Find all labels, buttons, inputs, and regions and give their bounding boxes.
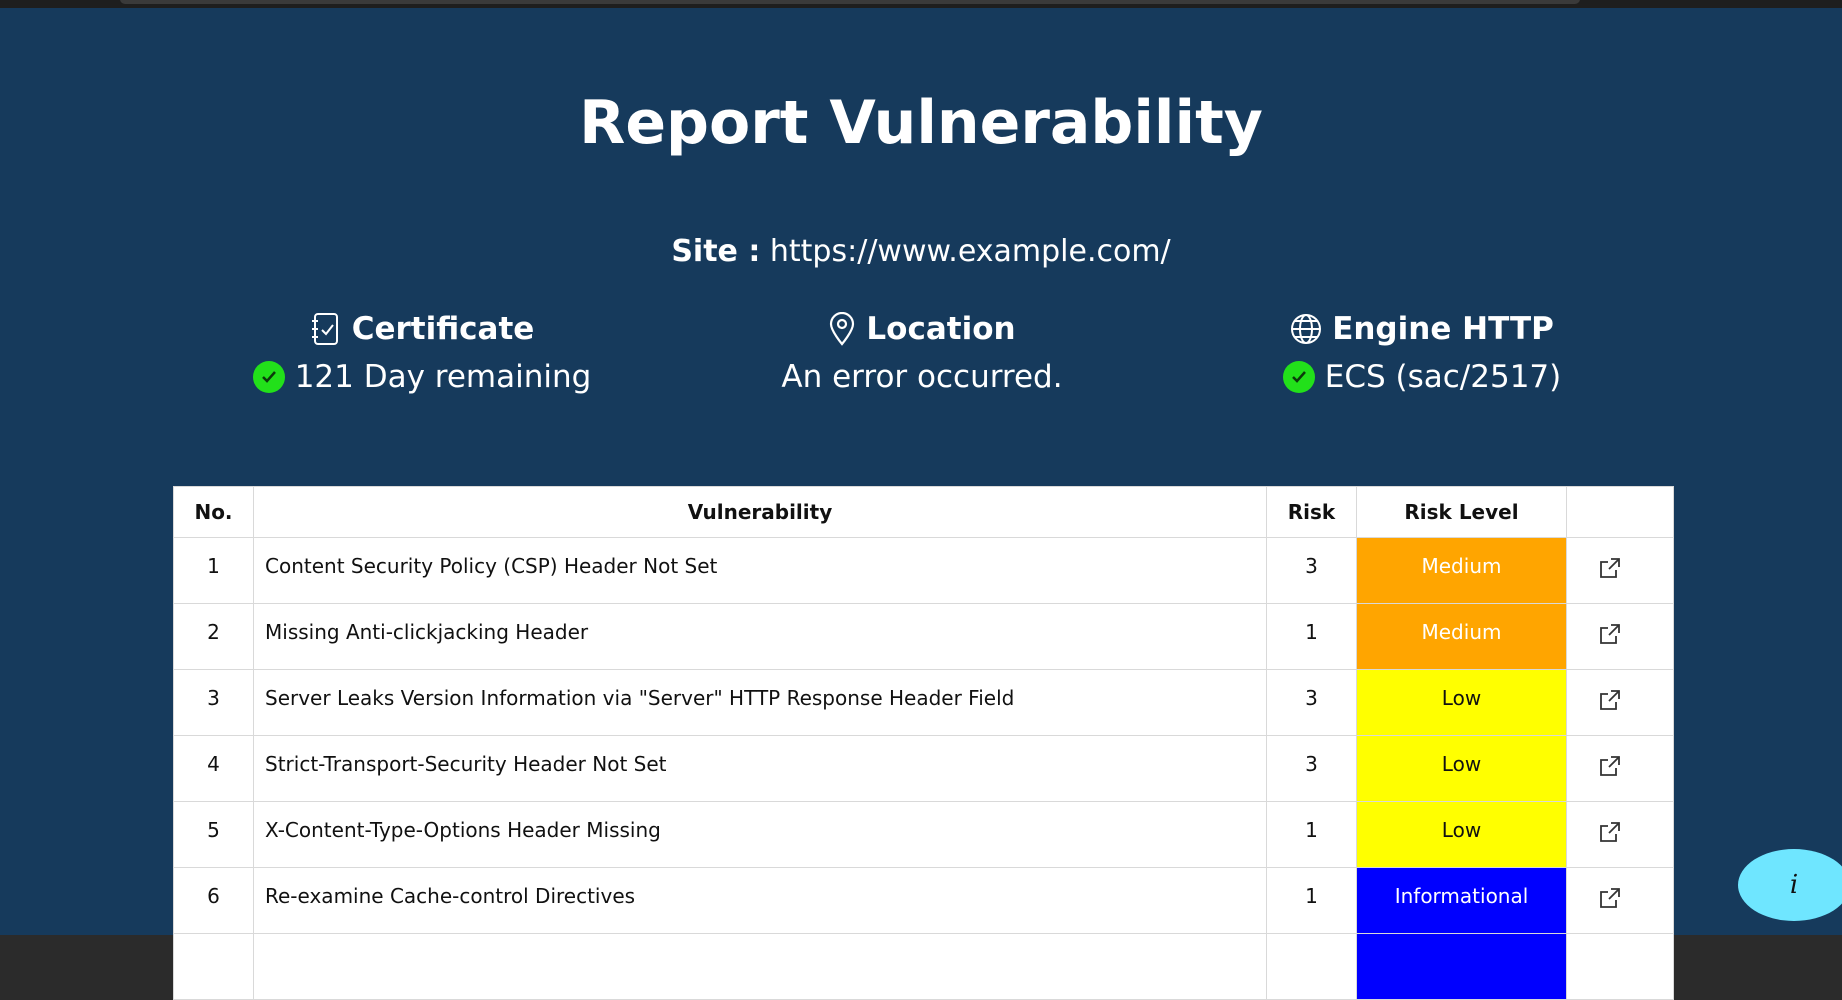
certificate-block: Certificate 121 Day remaining [212,308,632,398]
vulnerability-table: No. Vulnerability Risk Risk Level 1 Cont… [173,486,1674,1000]
certificate-label: Certificate [351,311,535,347]
risk-score: 1 [1266,801,1357,868]
tab-strip [120,0,1580,4]
table-row: 3 Server Leaks Version Information via "… [173,669,1674,736]
engine-label: Engine HTTP [1332,311,1554,347]
external-link-icon[interactable] [1598,688,1622,717]
globe-icon [1290,313,1322,345]
row-number: 4 [173,735,254,802]
risk-score: 1 [1266,867,1357,934]
check-circle-icon [252,361,285,393]
location-block: Location An error occurred. [712,308,1132,398]
row-number: 5 [173,801,254,868]
column-header-risk-level: Risk Level [1356,486,1567,538]
column-header-risk: Risk [1266,486,1357,538]
open-details-link[interactable] [1566,867,1674,934]
certificate-value: 121 Day remaining [294,359,592,395]
risk-level-badge: Low [1356,735,1567,802]
info-button[interactable]: i [1738,849,1842,921]
risk-level-badge [1356,933,1567,1000]
risk-level-badge: Informational [1356,867,1567,934]
external-link-icon[interactable] [1598,754,1622,783]
check-circle-icon [1282,361,1315,393]
external-link-icon[interactable] [1598,622,1622,651]
vulnerability-name: Server Leaks Version Information via "Se… [253,669,1267,736]
column-header-no: No. [173,486,254,538]
page-title: Report Vulnerability [579,88,1263,158]
vulnerability-name: Re-examine Cache-control Directives [253,867,1267,934]
map-pin-icon [828,312,856,346]
row-number: 3 [173,669,254,736]
risk-level-badge: Medium [1356,537,1567,604]
risk-score: 3 [1266,735,1357,802]
risk-score: 3 [1266,537,1357,604]
table-row: 2 Missing Anti-clickjacking Header 1 Med… [173,603,1674,670]
table-row [173,933,1674,1000]
report-page: Report Vulnerability Site : https://www.… [0,8,1842,1000]
table-row: 6 Re-examine Cache-control Directives 1 … [173,867,1674,934]
site-line: Site : https://www.example.com/ [0,234,1842,269]
risk-level-badge: Low [1356,669,1567,736]
vulnerability-name: X-Content-Type-Options Header Missing [253,801,1267,868]
row-number: 6 [173,867,254,934]
location-label: Location [866,311,1016,347]
site-url: https://www.example.com/ [769,234,1171,269]
site-label: Site : [671,234,761,269]
open-details-link[interactable] [1566,537,1674,604]
external-link-icon[interactable] [1598,886,1622,915]
risk-score: 1 [1266,603,1357,670]
engine-value: ECS (sac/2517) [1324,359,1562,395]
engine-block: Engine HTTP ECS (sac/2517) [1212,308,1632,398]
risk-score: 3 [1266,669,1357,736]
external-link-icon[interactable] [1598,820,1622,849]
column-header-vulnerability: Vulnerability [253,486,1267,538]
row-number: 2 [173,603,254,670]
external-link-icon[interactable] [1598,556,1622,585]
vulnerability-name: Strict-Transport-Security Header Not Set [253,735,1267,802]
table-row: 1 Content Security Policy (CSP) Header N… [173,537,1674,604]
open-details-link[interactable] [1566,801,1674,868]
certificate-icon [310,312,342,346]
open-details-link[interactable] [1566,735,1674,802]
info-icon[interactable]: i [1790,870,1798,900]
risk-level-badge: Medium [1356,603,1567,670]
row-number: 1 [173,537,254,604]
table-row: 5 X-Content-Type-Options Header Missing … [173,801,1674,868]
table-row: 4 Strict-Transport-Security Header Not S… [173,735,1674,802]
open-details-link[interactable] [1566,669,1674,736]
vulnerability-name: Missing Anti-clickjacking Header [253,603,1267,670]
open-details-link[interactable] [1566,603,1674,670]
risk-level-badge: Low [1356,801,1567,868]
table-header-row: No. Vulnerability Risk Risk Level [173,486,1674,538]
location-value: An error occurred. [781,359,1063,395]
column-header-link [1566,486,1674,538]
vulnerability-name: Content Security Policy (CSP) Header Not… [253,537,1267,604]
